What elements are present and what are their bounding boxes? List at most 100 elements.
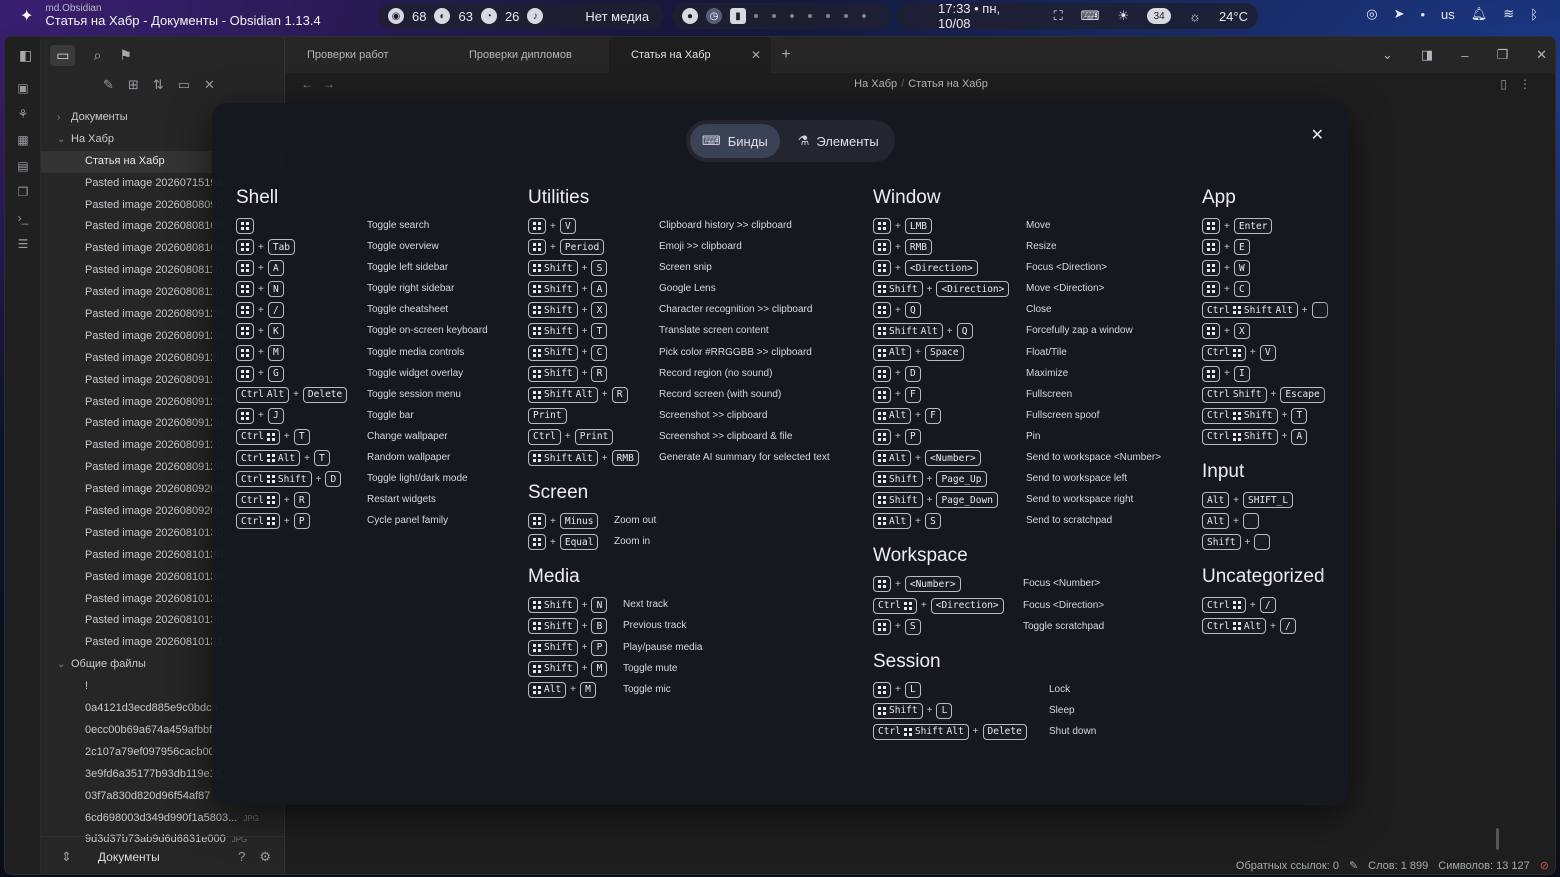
close-button[interactable]: ✕ xyxy=(204,77,215,93)
help-icon[interactable]: ? xyxy=(238,849,245,864)
bell-icon[interactable]: 🔔︎ xyxy=(1471,6,1488,22)
key-cap: Shift xyxy=(528,660,578,677)
graph-icon[interactable]: ⚘ xyxy=(16,107,30,121)
calendar-icon[interactable]: ▤ xyxy=(16,159,30,173)
key-label: Delete xyxy=(307,389,343,401)
restore-icon[interactable]: ❐ xyxy=(1496,47,1508,63)
plus-sign: + xyxy=(581,304,588,316)
keybind-row: + M Toggle media controls xyxy=(236,344,464,366)
list-icon[interactable]: ☰ xyxy=(16,237,30,251)
files-tab-icon[interactable]: ▭ xyxy=(50,44,76,66)
key-cap: N xyxy=(591,597,608,614)
clock-pill[interactable]: 17:33 • пн, 10/08 ⛶ ⌨ ☀ 34 ☼ 24°C xyxy=(896,1,1258,31)
notification-count[interactable]: 34 xyxy=(1147,8,1172,24)
new-note-button[interactable]: ✎ xyxy=(103,77,114,93)
keybind-row: Ctrl + <Direction> Focus <Direction> xyxy=(873,597,1104,619)
tab-item-active[interactable]: Статья на Хабр ✕ xyxy=(609,37,771,73)
new-tab-button[interactable]: + xyxy=(771,37,801,73)
plus-sign: + xyxy=(1233,515,1240,527)
minimize-icon[interactable]: – xyxy=(1461,48,1468,63)
new-note-icon[interactable]: ▣ xyxy=(16,81,30,95)
key-combo: + A xyxy=(236,260,284,277)
sync-off-icon[interactable]: ⊘ xyxy=(1540,859,1549,872)
file-item[interactable]: 6cd698003d349d990f1a5803... JPG xyxy=(41,808,285,830)
key-label: Equal xyxy=(564,536,594,548)
tab-binds[interactable]: ⌨ Бинды xyxy=(690,124,780,158)
key-cap: N xyxy=(267,281,284,298)
plus-sign: + xyxy=(915,347,922,359)
key-label: Ctrl xyxy=(1207,410,1230,422)
key-cap xyxy=(236,344,254,361)
vault-name[interactable]: Документы xyxy=(86,850,238,864)
keybind-description: Close xyxy=(1026,304,1052,316)
key-cap: G xyxy=(267,365,284,382)
keybind-row: Ctrl + P Cycle panel family xyxy=(236,513,448,534)
keybind-row: + Minus Zoom out xyxy=(528,513,656,534)
search-icon[interactable]: ⌕ xyxy=(93,47,101,64)
keybind-row: Ctrl + R Restart widgets xyxy=(236,492,436,513)
key-cap: E xyxy=(1233,239,1250,256)
keyboard-icon[interactable]: ⌨ xyxy=(1081,8,1100,24)
terminal-icon[interactable]: ›_ xyxy=(16,211,30,225)
tree-item-label: Pasted image 20260715193 xyxy=(85,176,223,189)
bookmark-icon[interactable]: ⚑ xyxy=(119,47,132,64)
key-cap: RMB xyxy=(611,450,639,467)
launcher-star-icon[interactable]: ✦ xyxy=(20,6,33,26)
key-combo: Ctrl + <Direction> xyxy=(873,597,1004,614)
settings-gear-icon[interactable]: ⚙ xyxy=(259,849,271,865)
windows-key-icon xyxy=(878,327,886,336)
workspace-dots[interactable] xyxy=(754,14,866,18)
keybind-row: Alt + M Toggle mic xyxy=(528,681,671,703)
templates-icon[interactable]: ❐ xyxy=(16,185,30,199)
keyboard-layout[interactable]: us xyxy=(1441,7,1455,22)
toggle-sidebar-icon[interactable]: ◧ xyxy=(19,47,32,64)
collapse-button[interactable]: ▭ xyxy=(178,77,190,93)
resources-pill[interactable]: ◉ 68 ◐ 63 ◔ 26 ♪ Нет медиа xyxy=(378,3,664,29)
key-combo: Shift Alt + Q xyxy=(873,323,973,340)
breadcrumb-current[interactable]: Статья на Хабр xyxy=(908,78,988,90)
key-cap xyxy=(528,534,546,551)
key-cap: Escape xyxy=(1280,386,1325,403)
key-label: D xyxy=(909,368,916,380)
tab-item[interactable]: Проверки работ xyxy=(285,37,447,73)
chrome-icon[interactable]: ◎ xyxy=(1366,6,1377,22)
window-close-icon[interactable]: ✕ xyxy=(1536,47,1547,63)
key-label: N xyxy=(596,599,603,611)
tab-item[interactable]: Проверки дипломов xyxy=(447,37,609,73)
scrollbar[interactable] xyxy=(1496,828,1499,850)
keybind-row: Alt + xyxy=(1202,513,1325,534)
close-tab-icon[interactable]: ✕ xyxy=(751,37,761,73)
key-combo: Ctrl Shift + A xyxy=(1202,428,1308,445)
wifi-icon[interactable]: ≋ xyxy=(1503,6,1514,22)
telegram-icon[interactable]: ➤ xyxy=(1394,6,1405,22)
reading-view-more-icons[interactable]: ▯⋮ xyxy=(1500,77,1543,91)
sort-button[interactable]: ⇅ xyxy=(153,77,164,93)
key-label: Shift xyxy=(544,368,573,380)
edit-pencil-icon[interactable]: ✎ xyxy=(1349,859,1358,872)
key-combo: + Tab xyxy=(236,239,296,256)
right-sidebar-icon[interactable]: ◨ xyxy=(1421,47,1433,63)
key-label: Page_Down xyxy=(941,494,993,506)
key-combo: + K xyxy=(236,323,284,340)
window-title: Статья на Хабр - Документы - Obsidian 1.… xyxy=(45,13,321,28)
tab-elements[interactable]: ⚗ Элементы xyxy=(786,124,891,158)
key-label: RMB xyxy=(616,452,634,464)
key-cap: T xyxy=(293,428,310,445)
new-folder-button[interactable]: ⊞ xyxy=(128,77,139,93)
close-cheatsheet-icon[interactable]: ✕ xyxy=(1311,125,1324,145)
canvas-icon[interactable]: ▦ xyxy=(16,133,30,147)
key-combo: Print xyxy=(528,407,567,424)
plus-sign: + xyxy=(283,515,290,527)
breadcrumb-parent[interactable]: На Хабр xyxy=(854,78,897,90)
word-count: Слов: 1 899 xyxy=(1368,859,1429,872)
workspaces-pill[interactable]: ● ◷ ▮ xyxy=(672,3,890,29)
tab-list-chevron-icon[interactable]: ⌄ xyxy=(1382,47,1393,63)
bluetooth-icon[interactable]: ᛒ xyxy=(1530,7,1538,22)
backlinks-count[interactable]: Обратных ссылок: 0 xyxy=(1236,860,1339,872)
category-title: Screen xyxy=(528,482,589,504)
plus-sign: + xyxy=(915,410,922,422)
windows-key-icon xyxy=(241,264,249,273)
vault-switcher[interactable]: ⇕ Документы ? ⚙ xyxy=(41,836,285,874)
fullscreen-icon[interactable]: ⛶ xyxy=(1054,8,1063,24)
windows-key-icon xyxy=(878,517,886,526)
